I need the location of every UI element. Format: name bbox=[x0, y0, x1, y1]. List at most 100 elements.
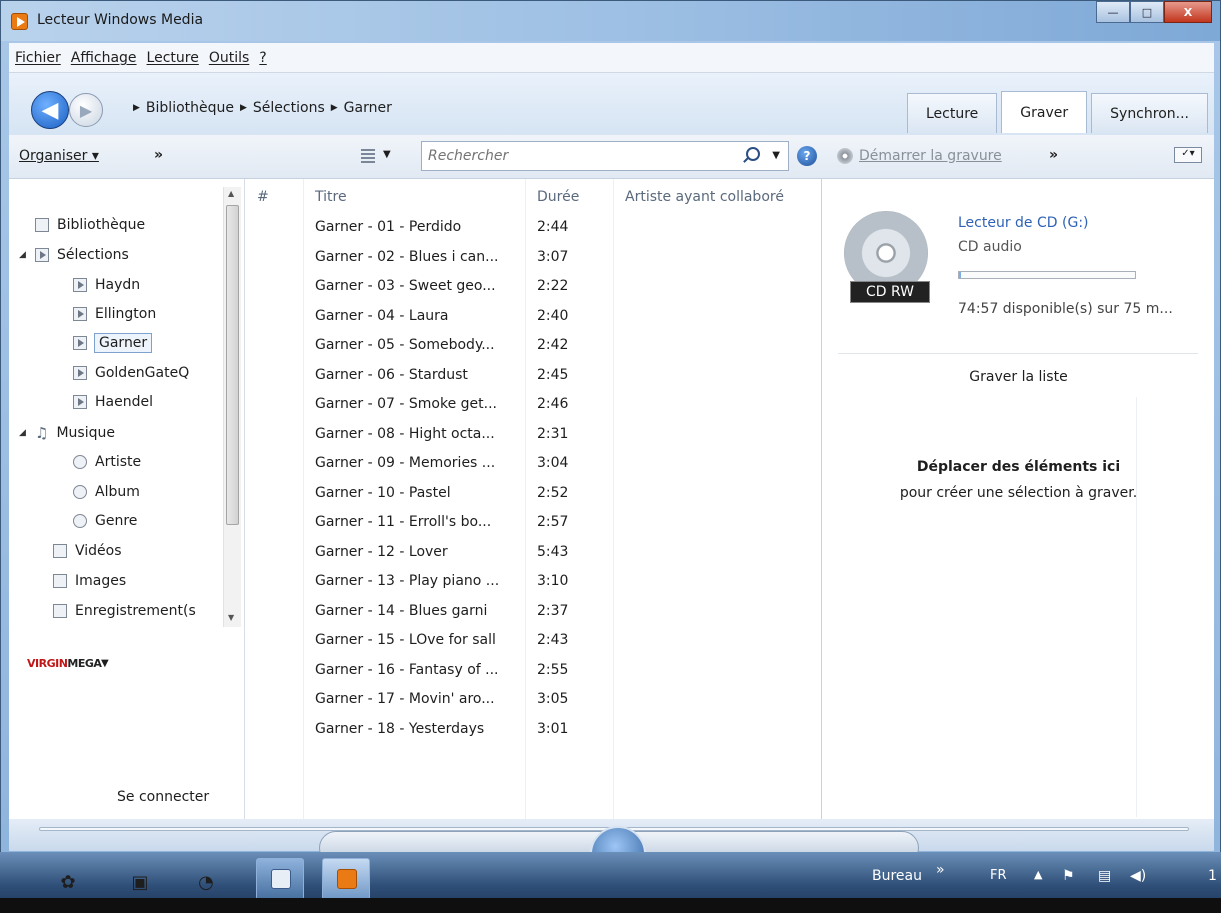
help-icon[interactable]: ? bbox=[797, 146, 817, 166]
music-icon: ♫ bbox=[35, 424, 49, 442]
toolbar-more-button[interactable]: » bbox=[154, 147, 163, 163]
expand-arrow-icon[interactable]: ◢ bbox=[19, 428, 26, 438]
track-row[interactable]: Garner - 04 - Laura 2:40 bbox=[245, 308, 615, 332]
track-row[interactable]: Garner - 02 - Blues i can... 3:07 bbox=[245, 249, 615, 273]
track-title: Garner - 04 - Laura bbox=[315, 307, 449, 324]
track-row[interactable]: Garner - 18 - Yesterdays 3:01 bbox=[245, 721, 615, 745]
organize-button[interactable]: Organiser ▾ bbox=[19, 148, 99, 164]
forward-button[interactable]: ▶ bbox=[69, 93, 103, 127]
taskbar-app-icon[interactable]: ✿ bbox=[48, 862, 88, 902]
track-row[interactable]: Garner - 14 - Blues garni 2:37 bbox=[245, 603, 615, 627]
search-dropdown-icon[interactable]: ▼ bbox=[772, 150, 780, 161]
language-indicator[interactable]: FR bbox=[990, 868, 1007, 883]
track-row[interactable]: Garner - 09 - Memories ... 3:04 bbox=[245, 455, 615, 479]
nav-item-bibliotheque[interactable]: Bibliothèque bbox=[35, 213, 145, 237]
column-header-number[interactable]: # bbox=[257, 189, 269, 205]
taskbar-media-player-button[interactable] bbox=[322, 858, 370, 900]
nav-item-genre[interactable]: Genre bbox=[73, 509, 137, 533]
search-icon[interactable] bbox=[746, 147, 760, 161]
show-hidden-icons-icon[interactable]: ▲ bbox=[1034, 868, 1042, 881]
track-duration: 5:43 bbox=[537, 543, 569, 560]
search-input[interactable] bbox=[422, 142, 712, 170]
track-row[interactable]: Garner - 16 - Fantasy of ... 2:55 bbox=[245, 662, 615, 686]
nav-item-ellington[interactable]: Ellington bbox=[73, 302, 156, 326]
action-center-flag-icon[interactable]: ⚑ bbox=[1062, 868, 1075, 884]
network-icon[interactable]: ▤ bbox=[1098, 868, 1111, 884]
breadcrumb-playlists[interactable]: Sélections bbox=[253, 100, 325, 116]
expand-arrow-icon[interactable]: ◢ bbox=[19, 250, 26, 260]
toolbar-more-icon[interactable]: » bbox=[936, 862, 945, 878]
desktop-toolbar-label[interactable]: Bureau bbox=[872, 868, 922, 884]
track-row[interactable]: Garner - 12 - Lover 5:43 bbox=[245, 544, 615, 568]
taskbar-explorer-icon[interactable]: ▣ bbox=[120, 862, 160, 902]
breadcrumb-library[interactable]: Bibliothèque bbox=[146, 100, 234, 116]
column-header-title[interactable]: Titre bbox=[315, 189, 347, 205]
taskbar-word-button[interactable] bbox=[256, 858, 304, 900]
track-row[interactable]: Garner - 07 - Smoke get... 2:46 bbox=[245, 396, 615, 420]
nav-scrollbar[interactable]: ▲ ▼ bbox=[223, 187, 241, 627]
nav-item-goldengateq[interactable]: GoldenGateQ bbox=[73, 361, 189, 385]
organize-label: Organiser bbox=[19, 148, 88, 164]
track-row[interactable]: Garner - 05 - Somebody... 2:42 bbox=[245, 337, 615, 361]
start-burn-button[interactable]: Démarrer la gravure bbox=[837, 148, 1002, 164]
view-options-arrow-icon[interactable]: ▼ bbox=[383, 149, 391, 160]
scroll-down-icon[interactable]: ▼ bbox=[228, 613, 234, 622]
minimize-button[interactable]: — bbox=[1096, 1, 1130, 23]
nav-item-enregistrements[interactable]: Enregistrement(s bbox=[53, 599, 196, 623]
track-row[interactable]: Garner - 17 - Movin' aro... 3:05 bbox=[245, 691, 615, 715]
track-row[interactable]: Garner - 13 - Play piano ... 3:10 bbox=[245, 573, 615, 597]
close-button[interactable]: X bbox=[1164, 1, 1212, 23]
media-player-window: Lecteur Windows Media — □ X Fichier Affi… bbox=[0, 0, 1221, 882]
nav-item-haydn[interactable]: Haydn bbox=[73, 273, 140, 297]
nav-item-garner[interactable]: Garner bbox=[73, 331, 153, 355]
taskbar-app-icon[interactable]: ◔ bbox=[186, 862, 226, 902]
scroll-thumb[interactable] bbox=[226, 205, 239, 525]
search-box: ▼ bbox=[421, 141, 789, 171]
drive-name-link[interactable]: Lecteur de CD (G:) bbox=[958, 215, 1089, 231]
menu-outils[interactable]: Outils bbox=[209, 50, 249, 66]
view-options-icon[interactable] bbox=[361, 149, 375, 163]
nav-item-label: Haendel bbox=[95, 394, 153, 410]
nav-item-artiste[interactable]: Artiste bbox=[73, 450, 141, 474]
nav-item-haendel[interactable]: Haendel bbox=[73, 390, 153, 414]
track-row[interactable]: Garner - 03 - Sweet geo... 2:22 bbox=[245, 278, 615, 302]
nav-item-images[interactable]: Images bbox=[53, 569, 126, 593]
track-title: Garner - 11 - Erroll's bo... bbox=[315, 514, 492, 530]
back-button[interactable]: ◀ bbox=[31, 91, 69, 129]
tab-graver[interactable]: Graver bbox=[1001, 91, 1088, 133]
nav-item-album[interactable]: Album bbox=[73, 480, 140, 504]
track-list-pane: # Titre Durée Artiste ayant collaboré Ga… bbox=[245, 179, 821, 819]
menu-fichier[interactable]: Fichier bbox=[15, 50, 61, 66]
maximize-button[interactable]: □ bbox=[1130, 1, 1164, 23]
track-row[interactable]: Garner - 06 - Stardust 2:45 bbox=[245, 367, 615, 391]
nav-item-videos[interactable]: Vidéos bbox=[53, 539, 122, 563]
burn-options-icon[interactable]: ✓▾ bbox=[1174, 147, 1202, 163]
burn-toolbar-more-button[interactable]: » bbox=[1049, 147, 1058, 163]
column-header-duration[interactable]: Durée bbox=[537, 189, 579, 205]
menu-help[interactable]: ? bbox=[259, 50, 266, 66]
track-duration: 2:37 bbox=[537, 602, 569, 619]
recorded-tv-icon bbox=[53, 604, 67, 618]
nav-item-musique[interactable]: ♫ Musique bbox=[35, 421, 115, 445]
column-header-contributing-artist[interactable]: Artiste ayant collaboré bbox=[625, 189, 784, 205]
track-duration: 2:55 bbox=[537, 661, 569, 678]
nav-item-selections[interactable]: Sélections bbox=[35, 243, 129, 267]
track-row[interactable]: Garner - 11 - Erroll's bo... 2:57 bbox=[245, 514, 615, 538]
track-row[interactable]: Garner - 15 - LOve for sall 2:43 bbox=[245, 632, 615, 656]
virginmega-logo[interactable]: VIRGINMEGA bbox=[27, 657, 102, 670]
virgin-text: VIRGIN bbox=[27, 657, 68, 670]
volume-icon[interactable]: ◀) bbox=[1130, 868, 1146, 884]
tab-synchroniser[interactable]: Synchron... bbox=[1091, 93, 1208, 133]
clock-partial[interactable]: 1 bbox=[1208, 868, 1217, 884]
sign-in-link[interactable]: Se connecter bbox=[117, 789, 209, 805]
track-row[interactable]: Garner - 10 - Pastel 2:52 bbox=[245, 485, 615, 509]
track-row[interactable]: Garner - 08 - Hight octa... 2:31 bbox=[245, 426, 615, 450]
tab-lecture[interactable]: Lecture bbox=[907, 93, 998, 133]
scroll-up-icon[interactable]: ▲ bbox=[228, 189, 234, 198]
store-dropdown-icon[interactable]: ▼ bbox=[101, 658, 109, 669]
breadcrumb-garner[interactable]: Garner bbox=[344, 100, 392, 116]
drop-zone-title[interactable]: Déplacer des éléments ici bbox=[822, 459, 1215, 475]
menu-affichage[interactable]: Affichage bbox=[71, 50, 137, 66]
menu-lecture[interactable]: Lecture bbox=[147, 50, 199, 66]
track-row[interactable]: Garner - 01 - Perdido 2:44 bbox=[245, 219, 615, 243]
